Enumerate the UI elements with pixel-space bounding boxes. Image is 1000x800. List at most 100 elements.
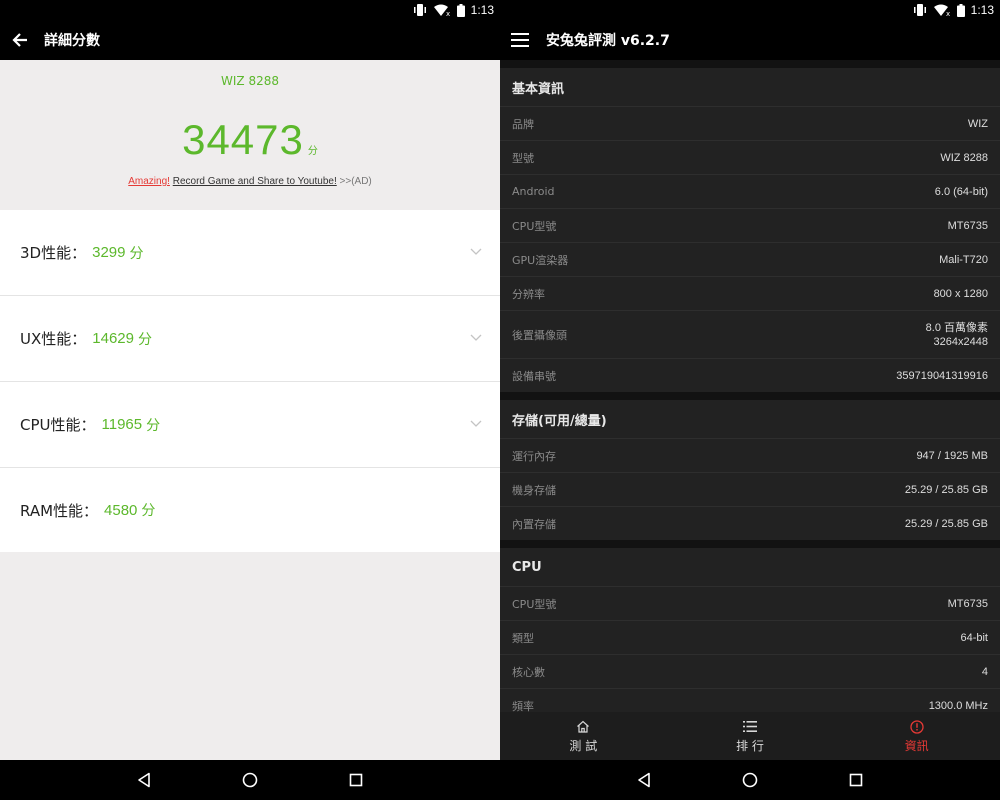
battery-icon <box>456 3 465 17</box>
home-nav-button[interactable] <box>240 770 260 790</box>
info-row-frequency: 頻率 1300.0 MHz <box>500 688 1000 712</box>
info-row-imei: 設備串號 359719041319916 <box>500 358 1000 392</box>
score-value: 4580 <box>104 501 138 519</box>
status-bar: x 1:13 <box>500 0 1000 20</box>
score-label: CPU性能： <box>20 416 96 434</box>
info-key: 機身存儲 <box>512 483 556 497</box>
info-icon <box>910 719 924 734</box>
info-key: GPU渲染器 <box>512 253 569 267</box>
info-key: CPU型號 <box>512 219 557 233</box>
tab-label: 測 試 <box>569 738 598 753</box>
home-nav-button[interactable] <box>740 770 760 790</box>
info-row-model: 型號 WIZ 8288 <box>500 140 1000 174</box>
info-row-device-storage: 機身存儲 25.29 / 25.85 GB <box>500 472 1000 506</box>
back-button[interactable] <box>0 20 42 60</box>
info-value: MT6735 <box>947 597 988 610</box>
info-key: 型號 <box>512 151 534 165</box>
circle-home-icon <box>242 772 258 788</box>
info-value: 6.0 (64-bit) <box>934 185 988 198</box>
arrow-left-icon <box>12 33 27 47</box>
info-key: CPU型號 <box>512 597 557 611</box>
square-recents-icon <box>349 773 363 787</box>
svg-text:x: x <box>946 10 950 16</box>
score-value-unit: 分 <box>146 417 161 434</box>
score-detail-screen: x 1:13 詳細分數 WIZ 8288 34473 分 Amazing! Rec… <box>0 0 500 800</box>
info-key: 內置存儲 <box>512 517 556 531</box>
tab-test[interactable]: 測 試 <box>500 712 667 760</box>
section-basic-info: 基本資訊 品牌 WIZ 型號 WIZ 8288 Android 6.0 (64-… <box>500 68 1000 392</box>
info-key: 後置攝像頭 <box>512 328 567 342</box>
info-row-android: Android 6.0 (64-bit) <box>500 174 1000 208</box>
score-value: 14629 <box>92 330 134 347</box>
circle-home-icon <box>742 772 758 788</box>
score-item-3d[interactable]: 3D性能： 3299 分 <box>0 210 500 296</box>
info-value: WIZ 8288 <box>940 151 988 164</box>
wifi-icon: x <box>933 4 950 16</box>
status-bar: x 1:13 <box>0 0 500 20</box>
score-item-cpu[interactable]: CPU性能： 11965 分 <box>0 382 500 468</box>
score-value-unit: 分 <box>129 245 144 262</box>
tab-info[interactable]: 資訊 <box>833 712 1000 760</box>
back-nav-button[interactable] <box>134 770 154 790</box>
device-info-screen: x 1:13 安兔兔評測 v6.2.7 基本資訊 品牌 WIZ 型號 WIZ 8… <box>500 0 1000 800</box>
info-row-gpu: GPU渲染器 Mali-T720 <box>500 242 1000 276</box>
chevron-down-icon <box>470 334 482 341</box>
page-title: 詳細分數 <box>44 33 100 49</box>
info-value: 25.29 / 25.85 GB <box>904 483 988 496</box>
recents-nav-button[interactable] <box>346 770 366 790</box>
info-key: 運行內存 <box>512 449 556 463</box>
section-header: 存儲(可用/總量) <box>512 413 607 429</box>
system-nav-bar <box>0 760 500 800</box>
hamburger-menu-icon <box>511 33 529 47</box>
triangle-back-icon <box>638 772 650 788</box>
promo-record[interactable]: Record Game and Share to Youtube! <box>173 176 337 187</box>
section-cpu: CPU CPU型號 MT6735 類型 64-bit 核心數 4 頻率 1300… <box>500 548 1000 712</box>
info-key: 品牌 <box>512 117 534 131</box>
promo-amazing[interactable]: Amazing! <box>128 176 170 187</box>
tab-label: 資訊 <box>904 738 929 753</box>
square-recents-icon <box>849 773 863 787</box>
score-value: 11965 <box>101 416 143 433</box>
info-value: 4 <box>981 665 988 678</box>
score-unit: 分 <box>307 146 318 157</box>
status-time: 1:13 <box>970 3 994 17</box>
list-icon <box>743 721 757 732</box>
system-nav-bar <box>500 760 1000 800</box>
info-key: 核心數 <box>512 665 545 679</box>
menu-button[interactable] <box>500 20 542 60</box>
vibrate-icon <box>913 4 926 16</box>
back-nav-button[interactable] <box>634 770 654 790</box>
score-label: UX性能： <box>20 330 87 348</box>
total-score-panel: WIZ 8288 34473 分 Amazing! Record Game and… <box>0 60 500 210</box>
score-value-unit: 分 <box>137 331 152 348</box>
info-key: Android <box>512 185 555 198</box>
info-row-cpu-type: 類型 64-bit <box>500 620 1000 654</box>
section-header: 基本資訊 <box>512 81 565 97</box>
promo-ad: >>(AD) <box>339 176 372 187</box>
info-row-cpu-model: CPU型號 MT6735 <box>500 586 1000 620</box>
info-value: 64-bit <box>960 631 988 644</box>
info-key: 頻率 <box>512 699 534 713</box>
info-value: 8.0 百萬像素 3264x2448 <box>926 321 988 349</box>
score-item-ux[interactable]: UX性能： 14629 分 <box>0 296 500 382</box>
app-bar: 安兔兔評測 v6.2.7 <box>500 20 1000 60</box>
triangle-back-icon <box>138 772 150 788</box>
section-storage: 存儲(可用/總量) 運行內存 947 / 1925 MB 機身存儲 25.29 … <box>500 400 1000 540</box>
info-key: 分辨率 <box>512 287 545 301</box>
info-row-ram: 運行內存 947 / 1925 MB <box>500 438 1000 472</box>
home-icon <box>577 720 590 733</box>
device-name: WIZ 8288 <box>221 74 279 88</box>
info-row-brand: 品牌 WIZ <box>500 106 1000 140</box>
info-value: MT6735 <box>947 219 988 232</box>
info-list[interactable]: 基本資訊 品牌 WIZ 型號 WIZ 8288 Android 6.0 (64-… <box>500 60 1000 712</box>
tab-ranking[interactable]: 排 行 <box>667 712 834 760</box>
info-row-rear-camera: 後置攝像頭 8.0 百萬像素 3264x2448 <box>500 310 1000 358</box>
info-value: 359719041319916 <box>896 369 988 382</box>
score-item-ram: RAM性能： 4580 分 <box>0 468 500 552</box>
info-row-cpu-model: CPU型號 MT6735 <box>500 208 1000 242</box>
recents-nav-button[interactable] <box>846 770 866 790</box>
total-score: 34473 <box>182 116 304 163</box>
promo-link[interactable]: Amazing! Record Game and Share to Youtub… <box>0 176 500 187</box>
info-row-resolution: 分辨率 800 x 1280 <box>500 276 1000 310</box>
info-value: 947 / 1925 MB <box>916 449 988 462</box>
